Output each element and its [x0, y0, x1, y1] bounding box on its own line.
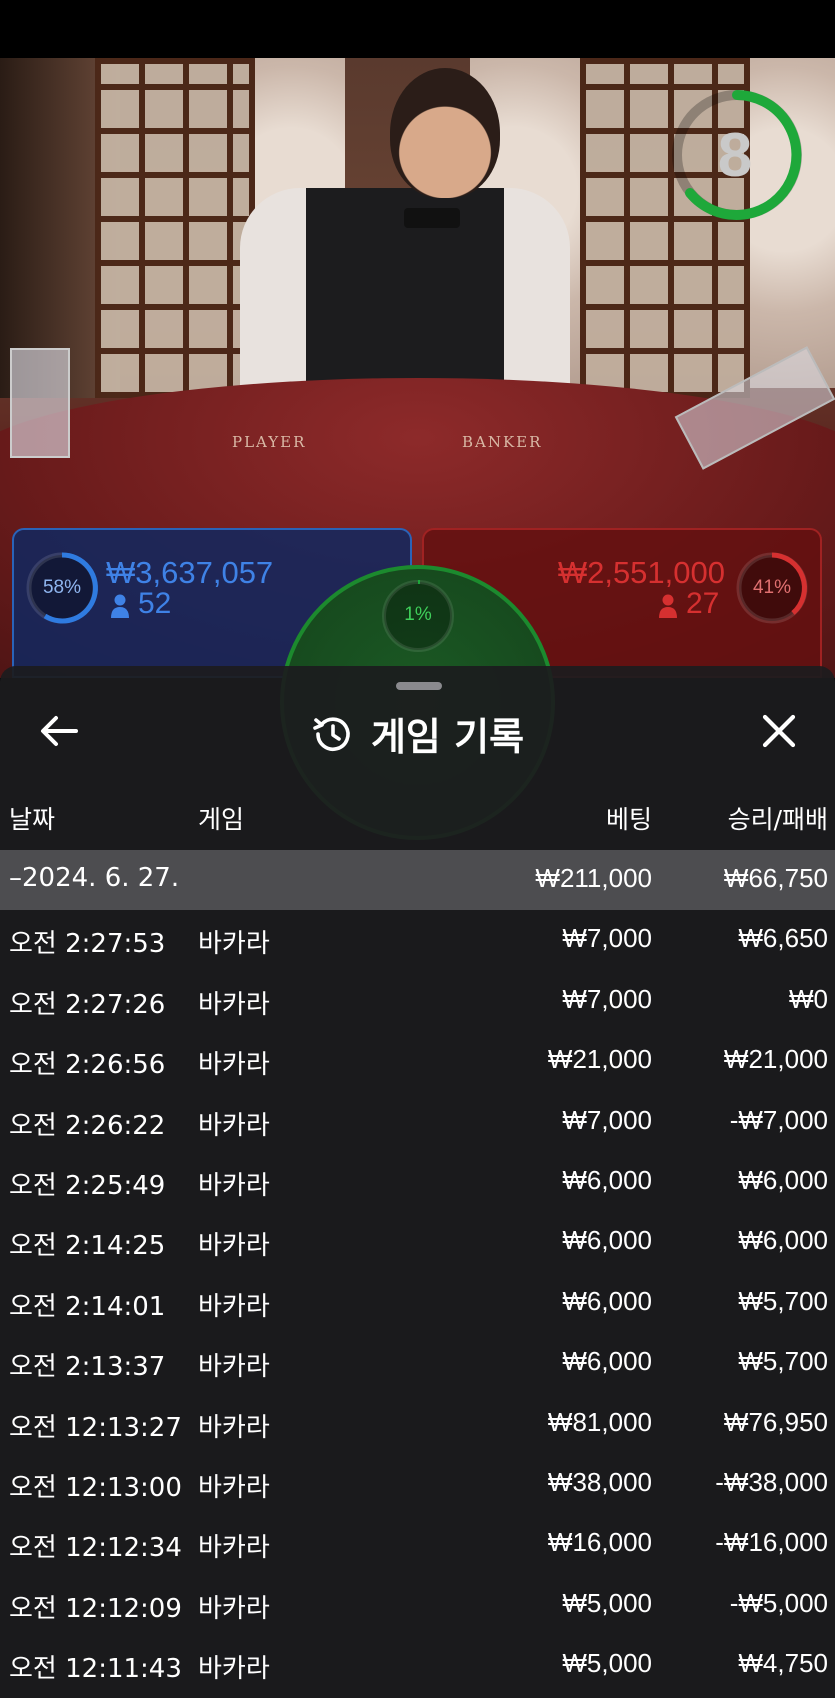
row-bet: ₩7,000 [562, 923, 652, 954]
row-win-loss: ₩6,000 [738, 1225, 828, 1256]
row-game: 바카라 [198, 929, 270, 960]
header-date: 날짜 [9, 805, 56, 834]
row-time: 오전 12:12:09 [9, 1593, 182, 1624]
history-row[interactable]: 오전 2:27:26 바카라 ₩7,000 ₩0 [0, 971, 835, 1031]
player-bettor-count: 52 [138, 587, 172, 620]
history-row[interactable]: 오전 2:27:53 바카라 ₩7,000 ₩6,650 [0, 910, 835, 970]
drag-handle[interactable] [396, 682, 442, 690]
banker-bettor-count: 27 [686, 587, 720, 620]
history-row[interactable]: 오전 2:25:49 바카라 ₩6,000 ₩6,000 [0, 1152, 835, 1212]
row-bet: ₩81,000 [547, 1406, 652, 1437]
row-bet: ₩6,000 [562, 1164, 652, 1195]
history-row[interactable]: 오전 12:12:09 바카라 ₩5,000 -₩5,000 [0, 1575, 835, 1635]
dealer-head [390, 68, 500, 198]
history-list: –2024. 6. 27. ₩211,000 ₩66,750 오전 2:27:5… [0, 850, 835, 1695]
history-row[interactable]: 오전 2:26:22 바카라 ₩7,000 -₩7,000 [0, 1092, 835, 1152]
row-game: 바카라 [198, 989, 270, 1020]
row-win-loss: -₩7,000 [729, 1104, 828, 1135]
sheet-title: 게임 기록 [370, 715, 525, 759]
row-time: 오전 2:26:56 [9, 1050, 166, 1081]
row-bet: ₩5,000 [562, 1587, 652, 1618]
game-history-sheet: 게임 기록 날짜 게임 베팅 승리/패배 –2024. 6. 27. ₩211,… [0, 666, 835, 1698]
row-game: 바카라 [198, 1291, 270, 1322]
row-bet: ₩5,000 [562, 1648, 652, 1679]
dealer-bowtie [404, 208, 460, 228]
row-game: 바카라 [198, 1654, 270, 1685]
row-time: 오전 2:26:22 [9, 1110, 166, 1141]
row-time: 오전 2:14:01 [9, 1291, 166, 1322]
countdown-timer: 8 [717, 121, 753, 190]
banker-bet-amount: ₩2,551,000 [557, 555, 725, 590]
header-win-loss: 승리/패배 [727, 805, 828, 834]
row-win-loss: ₩6,650 [738, 923, 828, 954]
row-bet: ₩6,000 [562, 1225, 652, 1256]
row-win-loss: ₩5,700 [738, 1285, 828, 1316]
table-label-player: PLAYER [232, 433, 307, 451]
history-row[interactable]: 오전 12:13:00 바카라 ₩38,000 -₩38,000 [0, 1454, 835, 1514]
table-label-banker: BANKER [462, 433, 543, 451]
row-bet: ₩6,000 [562, 1346, 652, 1377]
header-bet: 베팅 [605, 805, 652, 834]
header-game: 게임 [198, 805, 245, 834]
history-row[interactable]: 오전 12:13:27 바카라 ₩81,000 ₩76,950 [0, 1394, 835, 1454]
row-win-loss: ₩21,000 [723, 1044, 828, 1075]
row-time: 오전 12:13:27 [9, 1412, 182, 1443]
row-time: 오전 2:13:37 [9, 1352, 166, 1383]
row-win-loss: ₩76,950 [723, 1406, 828, 1437]
person-icon [111, 594, 129, 618]
row-time: 오전 2:25:49 [9, 1170, 166, 1201]
row-game: 바카라 [198, 1110, 270, 1141]
row-bet: ₩21,000 [547, 1044, 652, 1075]
row-game: 바카라 [198, 1533, 270, 1564]
row-win-loss: -₩5,000 [729, 1587, 828, 1618]
banker-percent: 41% [752, 577, 792, 598]
status-bar [0, 0, 835, 58]
row-win-loss: ₩4,750 [738, 1648, 828, 1679]
row-time: 오전 12:12:34 [9, 1533, 182, 1564]
row-time: 오전 2:27:53 [9, 929, 166, 960]
sheet-header: 게임 기록 [0, 706, 835, 759]
table-header: 날짜 게임 베팅 승리/패배 [0, 800, 835, 842]
row-game: 바카라 [198, 1593, 270, 1624]
row-win-loss: ₩5,700 [738, 1346, 828, 1377]
player-percent: 58% [42, 577, 82, 598]
history-icon [313, 716, 350, 751]
row-game: 바카라 [198, 1050, 270, 1081]
row-win-loss: -₩16,000 [715, 1527, 828, 1558]
person-icon [659, 594, 677, 618]
player-bet-amount: ₩3,637,057 [106, 555, 274, 590]
group-win-loss-total: ₩66,750 [723, 863, 828, 893]
lattice-screen-left [95, 58, 255, 398]
row-bet: ₩7,000 [562, 1104, 652, 1135]
row-game: 바카라 [198, 1170, 270, 1201]
row-game: 바카라 [198, 1231, 270, 1262]
row-time: 오전 12:13:00 [9, 1472, 182, 1503]
row-time: 오전 2:27:26 [9, 989, 166, 1020]
history-row[interactable]: 오전 12:12:34 바카라 ₩16,000 -₩16,000 [0, 1514, 835, 1574]
row-game: 바카라 [198, 1472, 270, 1503]
row-time: 오전 12:11:43 [9, 1654, 182, 1685]
history-row[interactable]: 오전 2:13:37 바카라 ₩6,000 ₩5,700 [0, 1333, 835, 1393]
row-win-loss: -₩38,000 [715, 1466, 828, 1497]
row-time: 오전 2:14:25 [9, 1231, 166, 1262]
history-row[interactable]: 오전 2:14:25 바카라 ₩6,000 ₩6,000 [0, 1212, 835, 1272]
card-box [10, 348, 70, 458]
row-win-loss: ₩0 [789, 983, 828, 1014]
history-row[interactable]: 오전 2:26:56 바카라 ₩21,000 ₩21,000 [0, 1031, 835, 1091]
row-bet: ₩7,000 [562, 983, 652, 1014]
row-bet: ₩16,000 [547, 1527, 652, 1558]
history-row[interactable]: 오전 12:11:43 바카라 ₩5,000 ₩4,750 [0, 1635, 835, 1695]
row-bet: ₩38,000 [547, 1466, 652, 1497]
close-icon[interactable] [756, 708, 802, 754]
group-bet-total: ₩211,000 [535, 863, 652, 893]
group-date: –2024. 6. 27. [9, 863, 180, 893]
date-group-row[interactable]: –2024. 6. 27. ₩211,000 ₩66,750 [0, 850, 835, 911]
history-row[interactable]: 오전 2:14:01 바카라 ₩6,000 ₩5,700 [0, 1273, 835, 1333]
row-game: 바카라 [198, 1412, 270, 1443]
row-game: 바카라 [198, 1352, 270, 1383]
row-bet: ₩6,000 [562, 1285, 652, 1316]
row-win-loss: ₩6,000 [738, 1164, 828, 1195]
tie-percent: 1% [404, 604, 432, 625]
